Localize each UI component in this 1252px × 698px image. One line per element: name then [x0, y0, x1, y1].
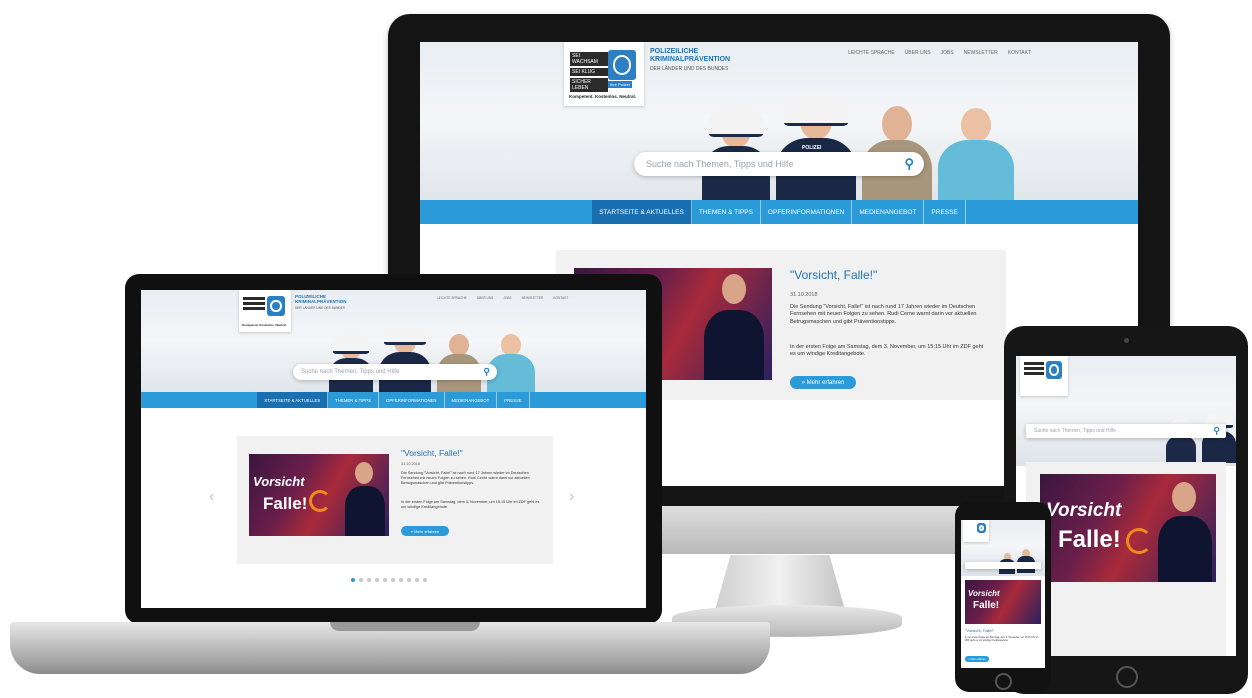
news-teaser: Vorsicht Falle!: [1026, 462, 1226, 656]
carousel-dot[interactable]: [423, 578, 427, 582]
site-logo[interactable]: Kompetent. Kostenlos. Neutral.: [239, 290, 291, 332]
monitor-stand-neck: [715, 555, 845, 610]
search-icon[interactable]: ⚲: [1213, 426, 1220, 437]
top-nav-kontakt[interactable]: KONTAKT: [1008, 50, 1031, 56]
police-star-icon: [267, 296, 285, 316]
top-nav-leichte-sprache[interactable]: LEICHTE SPRACHE: [848, 50, 895, 56]
carousel-dot[interactable]: [375, 578, 379, 582]
teaser-image[interactable]: Vorsicht Falle!: [249, 454, 389, 536]
search-input[interactable]: Suche nach Themen, Tipps und Hilfe ⚲: [293, 364, 497, 380]
carousel-dot[interactable]: [351, 578, 355, 582]
logo-badge: Ihre Polizei: [608, 81, 632, 88]
logo-line-1: SEI WACHSAM: [570, 52, 608, 66]
woman-blue-shirt: [938, 98, 1014, 214]
hero-banner: [961, 520, 1045, 576]
police-star-icon: [608, 50, 636, 80]
teaser-text-1: In der ersten Folge am Samstag, dem 3. N…: [965, 636, 1039, 643]
teaser-text-1: Die Sendung "Vorsicht, Falle!" ist nach …: [401, 471, 530, 486]
carousel-dots: [351, 578, 431, 582]
teaser-image[interactable]: Vorsicht Falle!: [965, 580, 1041, 624]
teaser-text-1: Die Sendung "Vorsicht, Falle!" ist nach …: [790, 304, 977, 325]
website-laptop: Kompetent. Kostenlos. Neutral. POLIZEILI…: [141, 290, 646, 608]
phone-screen: Vorsicht Falle! "Vorsicht, Falle!" In de…: [961, 520, 1045, 668]
top-nav: LEICHTE SPRACHE ÜBER UNS JOBS NEWSLETTER…: [838, 50, 1031, 56]
carousel-dot[interactable]: [399, 578, 403, 582]
carousel-dot[interactable]: [383, 578, 387, 582]
carousel-dot[interactable]: [391, 578, 395, 582]
brand-title: POLIZEILICHE KRIMINALPRÄVENTION: [650, 48, 731, 64]
site-logo[interactable]: SEI WACHSAM SEI KLUG SICHER LEBEN Ihre P…: [564, 42, 644, 106]
site-logo[interactable]: [1020, 356, 1068, 396]
search-input[interactable]: Suche nach Themen, Tipps und Hilfe ⚲: [634, 152, 924, 176]
laptop-screen: Kompetent. Kostenlos. Neutral. POLIZEILI…: [141, 290, 646, 608]
teaser-title[interactable]: "Vorsicht, Falle!": [965, 628, 994, 633]
top-nav-newsletter[interactable]: NEWSLETTER: [964, 50, 998, 56]
logo-line-2: SEI KLUG: [570, 68, 608, 76]
teaser-date: 31.10.2018: [790, 292, 818, 298]
logo-tagline: Kompetent. Kostenlos. Neutral.: [242, 323, 287, 327]
police-star-icon: [1046, 361, 1062, 379]
logo-line-3: SICHER LEBEN: [570, 78, 608, 92]
logo-tagline: Kompetent. Kostenlos. Neutral.: [569, 94, 637, 99]
nav-presse[interactable]: PRESSE: [924, 200, 966, 224]
teaser-title[interactable]: "Vorsicht, Falle!": [401, 448, 463, 458]
older-man: [862, 88, 932, 214]
search-icon[interactable]: ⚲: [483, 367, 490, 378]
site-logo[interactable]: [963, 520, 989, 542]
brand-subtitle: DER LÄNDER UND DES BUNDES: [295, 306, 345, 310]
more-button[interactable]: » Mehr erfahren: [965, 656, 989, 662]
carousel-dot[interactable]: [407, 578, 411, 582]
teaser-title[interactable]: "Vorsicht, Falle!": [790, 268, 877, 282]
more-button[interactable]: » Mehr erfahren: [790, 376, 856, 389]
carousel-dot[interactable]: [367, 578, 371, 582]
hero-banner: Suche nach Themen, Tipps und Hilfe ⚲: [1016, 356, 1236, 466]
search-input[interactable]: [965, 562, 1041, 569]
smartphone: Vorsicht Falle! "Vorsicht, Falle!" In de…: [955, 502, 1051, 692]
hero-banner: Kompetent. Kostenlos. Neutral. POLIZEILI…: [141, 290, 646, 402]
nav-opferinformationen[interactable]: OPFERINFORMATIONEN: [761, 200, 853, 224]
nav-medienangebot[interactable]: MEDIENANGEBOT: [852, 200, 925, 224]
teaser-text-2: In der ersten Folge am Samstag, dem 3. N…: [401, 500, 540, 510]
top-nav-ueber-uns[interactable]: ÜBER UNS: [905, 50, 931, 56]
phone-home-button[interactable]: [995, 673, 1012, 690]
laptop: Kompetent. Kostenlos. Neutral. POLIZEILI…: [125, 274, 662, 624]
teaser-text-2: In der ersten Folge am Samstag, dem 3. N…: [790, 344, 984, 358]
carousel-dot[interactable]: [415, 578, 419, 582]
search-input[interactable]: Suche nach Themen, Tipps und Hilfe ⚲: [1026, 424, 1226, 438]
tablet-camera: [1124, 338, 1129, 343]
brand-title: POLIZEILICHE KRIMINALPRÄVENTION: [295, 294, 347, 305]
teaser-date: 31.10.2018: [401, 462, 421, 466]
search-placeholder: Suche nach Themen, Tipps und Hilfe: [646, 159, 794, 169]
carousel-dot[interactable]: [359, 578, 363, 582]
hero-people-image: [999, 544, 1037, 576]
carousel-prev-arrow[interactable]: ‹: [209, 488, 214, 506]
laptop-notch: [330, 622, 480, 631]
main-nav: STARTSEITE & AKTUELLES THEMEN & TIPPS OP…: [141, 392, 646, 408]
top-nav: LEICHTE SPRACHE ÜBER UNS JOBS NEWSLETTER…: [437, 296, 569, 300]
nav-themen-tipps[interactable]: THEMEN & TIPPS: [692, 200, 761, 224]
search-icon[interactable]: ⚲: [904, 156, 914, 172]
police-star-icon: [977, 523, 986, 533]
more-button[interactable]: » Mehr erfahren: [401, 526, 449, 536]
teaser-image[interactable]: Vorsicht Falle!: [1040, 474, 1216, 582]
main-nav: STARTSEITE & AKTUELLES THEMEN & TIPPS OP…: [420, 200, 1138, 224]
hero-people-image: [702, 84, 1020, 214]
brand-subtitle: DER LÄNDER UND DES BUNDES: [650, 66, 729, 72]
news-teaser: Vorsicht Falle! "Vorsicht, Falle!" 31.10…: [237, 436, 553, 564]
hero-people-image: [329, 318, 541, 402]
top-nav-jobs[interactable]: JOBS: [941, 50, 954, 56]
website-phone: Vorsicht Falle! "Vorsicht, Falle!" In de…: [961, 520, 1045, 668]
tablet-home-button[interactable]: [1116, 666, 1138, 688]
carousel-next-arrow[interactable]: ›: [569, 488, 574, 506]
police-label: POLIZEI: [802, 145, 822, 151]
hero-banner: SEI WACHSAM SEI KLUG SICHER LEBEN Ihre P…: [420, 42, 1138, 214]
nav-startseite[interactable]: STARTSEITE & AKTUELLES: [592, 200, 692, 224]
